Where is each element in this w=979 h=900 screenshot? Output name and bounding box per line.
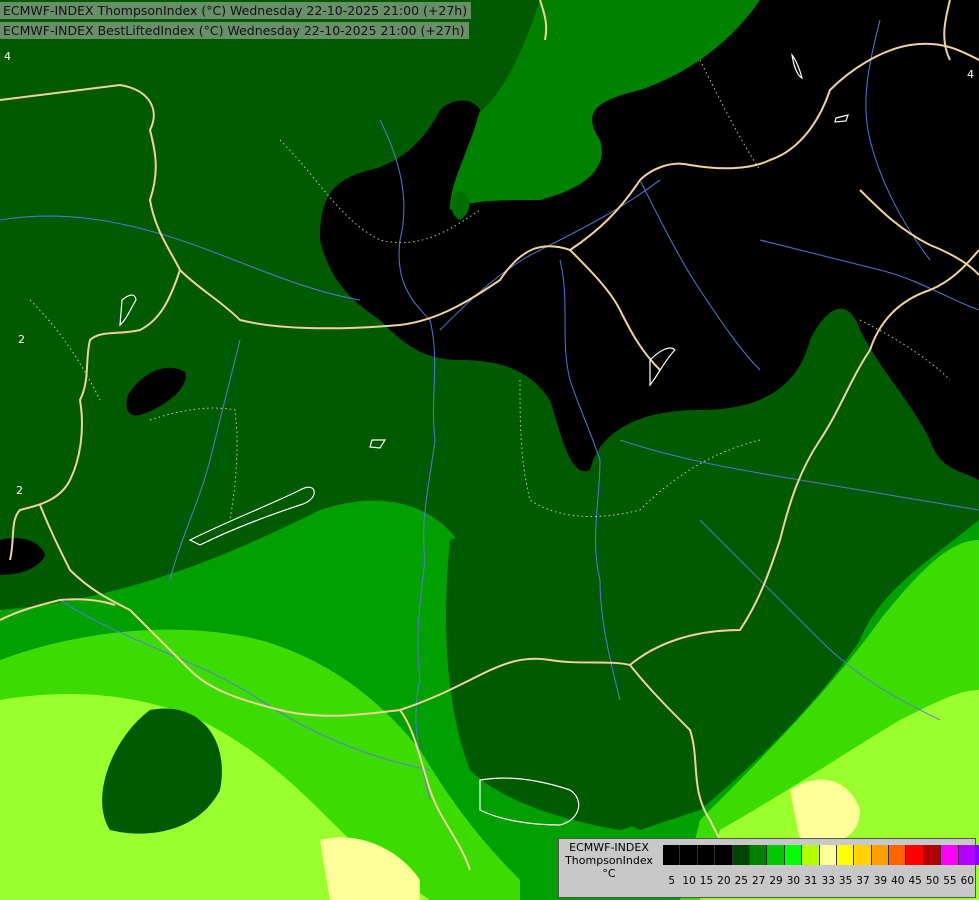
legend-swatch bbox=[819, 845, 837, 865]
legend-tick-label: 25 bbox=[734, 875, 748, 887]
legend-tick-label: 31 bbox=[804, 875, 818, 887]
contour-label: 4 bbox=[4, 50, 11, 63]
legend-swatch bbox=[923, 845, 942, 865]
legend-tick-label: 20 bbox=[717, 875, 731, 887]
legend-swatch bbox=[767, 845, 785, 865]
legend-tick-label: 5 bbox=[668, 875, 676, 887]
legend-tick-label: 33 bbox=[821, 875, 835, 887]
weather-map[interactable] bbox=[0, 0, 979, 900]
legend-swatch bbox=[802, 845, 820, 865]
header-line-bestlifted: ECMWF-INDEX BestLiftedIndex (°C) Wednesd… bbox=[0, 22, 469, 39]
map-viewport[interactable]: ECMWF-INDEX ThompsonIndex (°C) Wednesday… bbox=[0, 0, 979, 900]
legend-swatch bbox=[784, 845, 803, 865]
legend-tick-label: 55 bbox=[943, 875, 957, 887]
legend-tick-label: 37 bbox=[856, 875, 870, 887]
legend-swatch bbox=[958, 845, 977, 865]
color-legend: ECMWF-INDEX ThompsonIndex °C 5 10 15 20 25 27… bbox=[558, 838, 979, 898]
legend-tick-label: 15 bbox=[699, 875, 714, 887]
legend-model: ECMWF-INDEX bbox=[569, 841, 649, 854]
legend-swatch bbox=[749, 845, 768, 865]
legend-tick-label: 35 bbox=[838, 875, 853, 887]
legend-ticks: 5 10 15 20 25 27 29 30 31 33 35 37 39 40 45 50 55 60 bbox=[663, 875, 976, 887]
legend-tick-label: 30 bbox=[786, 875, 801, 887]
legend-swatches bbox=[663, 845, 979, 865]
header-line-thompson: ECMWF-INDEX ThompsonIndex (°C) Wednesday… bbox=[0, 2, 472, 19]
legend-unit: °C bbox=[602, 867, 616, 880]
contour-label: 4 bbox=[967, 68, 974, 81]
legend-swatch bbox=[854, 845, 872, 865]
legend-swatch bbox=[663, 845, 681, 865]
legend-tick-label: 45 bbox=[908, 875, 922, 887]
legend-tick-label: 29 bbox=[769, 875, 783, 887]
legend-tick-label: 40 bbox=[891, 875, 905, 887]
legend-swatch bbox=[889, 845, 907, 865]
legend-parameter: ThompsonIndex bbox=[565, 854, 653, 867]
legend-tick-label: 27 bbox=[751, 875, 766, 887]
contour-label: 2 bbox=[18, 333, 25, 346]
legend-swatch bbox=[680, 845, 698, 865]
legend-tick-label: 39 bbox=[873, 875, 888, 887]
legend-swatch bbox=[715, 845, 733, 865]
contour-label: 2 bbox=[16, 484, 23, 497]
legend-swatch bbox=[697, 845, 716, 865]
legend-tick-label: 60 bbox=[960, 875, 975, 887]
legend-title: ECMWF-INDEX ThompsonIndex °C bbox=[559, 841, 659, 880]
legend-swatch bbox=[871, 845, 890, 865]
legend-tick-label: 50 bbox=[925, 875, 940, 887]
legend-swatch bbox=[941, 845, 959, 865]
legend-swatch bbox=[906, 845, 924, 865]
legend-swatch bbox=[836, 845, 855, 865]
legend-swatch bbox=[732, 845, 750, 865]
legend-tick-label: 10 bbox=[682, 875, 696, 887]
